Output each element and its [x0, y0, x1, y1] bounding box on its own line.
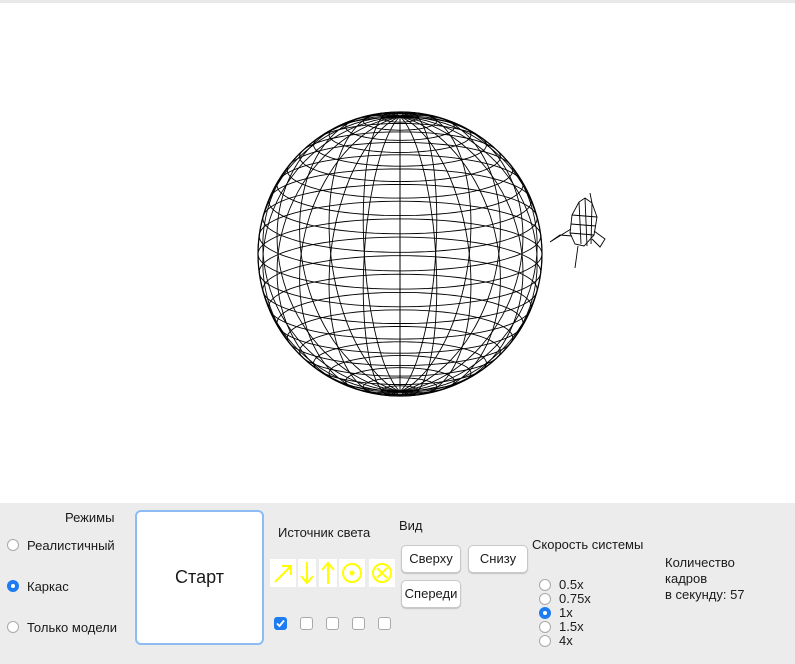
light-away-checkbox[interactable] — [378, 617, 391, 630]
fps-line-2: кадров — [665, 571, 708, 586]
down-arrow-icon — [300, 562, 314, 585]
fps-line-3: в секунду: 57 — [665, 587, 745, 602]
view-top-button[interactable]: Сверху — [401, 545, 461, 573]
mode-models-only-label[interactable]: Только модели — [27, 620, 117, 635]
control-panel: Режимы Реалистичный Каркас Только модели… — [0, 503, 795, 664]
light-toward-viewer-checkbox[interactable] — [352, 617, 365, 630]
speed-title: Скорость системы — [532, 537, 644, 552]
mode-wireframe-label[interactable]: Каркас — [27, 579, 69, 594]
light-up-checkbox[interactable] — [326, 617, 339, 630]
speed-4x-radio[interactable] — [539, 635, 551, 647]
light-down-checkbox[interactable] — [300, 617, 313, 630]
light-source-title: Источник света — [278, 525, 371, 540]
fps-line-1: Количество — [665, 555, 735, 570]
diagonal-arrow-icon — [274, 565, 292, 583]
view-front-button[interactable]: Спереди — [401, 580, 461, 608]
wireframe-planet — [257, 111, 543, 397]
speed-0-5x-radio[interactable] — [539, 579, 551, 591]
view-title: Вид — [399, 518, 423, 533]
speed-1-5x-label[interactable]: 1.5x — [559, 619, 584, 634]
wireframe-satellite — [549, 192, 606, 269]
start-button[interactable]: Старт — [135, 510, 264, 645]
light-toward-viewer-button[interactable] — [339, 559, 365, 587]
light-diagonal-button[interactable] — [270, 559, 296, 587]
view-bottom-button[interactable]: Снизу — [468, 545, 528, 573]
light-diagonal-checkbox[interactable] — [274, 617, 287, 630]
speed-0-75x-radio[interactable] — [539, 593, 551, 605]
light-up-button[interactable] — [319, 559, 337, 587]
mode-realistic-radio[interactable] — [7, 539, 19, 551]
scene-canvas — [257, 111, 606, 397]
speed-1x-label[interactable]: 1x — [559, 605, 573, 620]
light-down-button[interactable] — [298, 559, 316, 587]
speed-4x-label[interactable]: 4x — [559, 633, 573, 648]
mode-realistic-label[interactable]: Реалистичный — [27, 538, 115, 553]
mode-wireframe-radio[interactable] — [7, 580, 19, 592]
modes-title: Режимы — [65, 510, 115, 525]
light-away-from-viewer-button[interactable] — [369, 559, 395, 587]
toward-viewer-icon — [342, 563, 362, 583]
speed-0-75x-label[interactable]: 0.75x — [559, 591, 591, 606]
mode-models-only-radio[interactable] — [7, 621, 19, 633]
speed-0-5x-label[interactable]: 0.5x — [559, 577, 584, 592]
speed-1x-radio[interactable] — [539, 607, 551, 619]
render-viewport[interactable] — [0, 3, 795, 503]
away-from-viewer-icon — [372, 563, 392, 583]
speed-1-5x-radio[interactable] — [539, 621, 551, 633]
up-arrow-icon — [321, 561, 335, 584]
